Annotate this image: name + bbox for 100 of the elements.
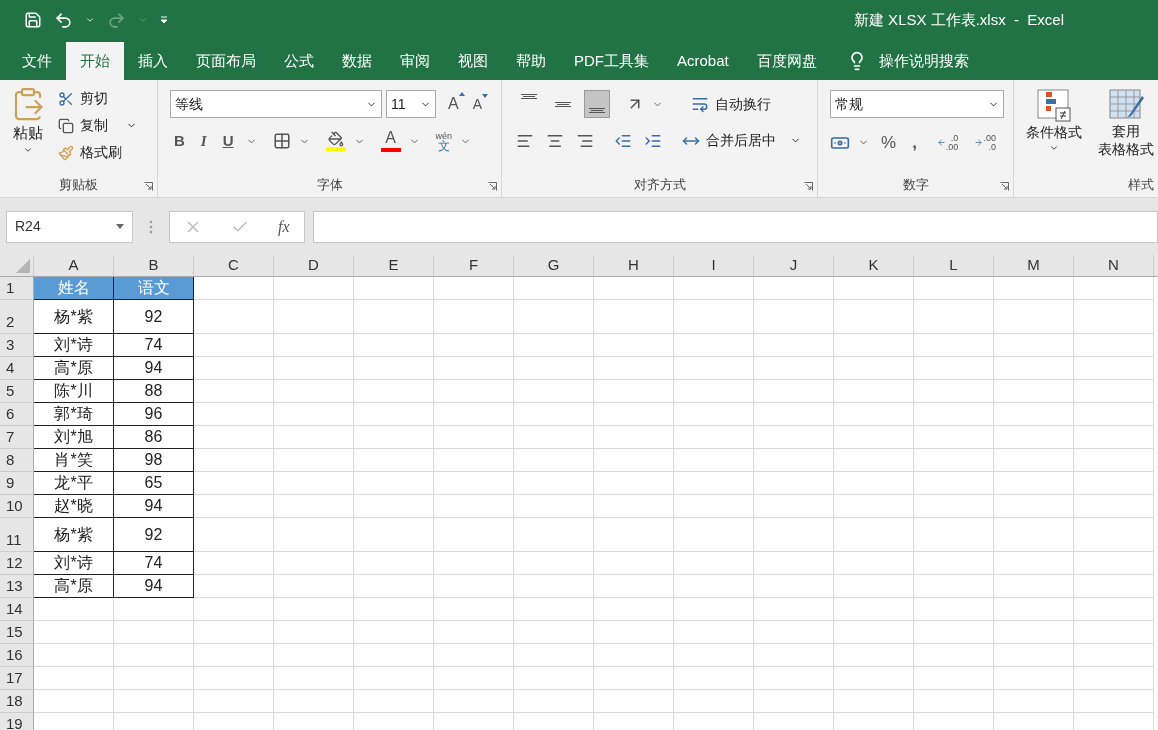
row-header[interactable]: 2 (0, 300, 34, 334)
table-cell: 94 (114, 495, 194, 518)
row-header[interactable]: 6 (0, 403, 34, 426)
fill-color-icon[interactable] (325, 131, 346, 152)
table-cell: 杨*紫 (34, 518, 114, 552)
wrap-text-button[interactable]: 自动换行 (691, 93, 771, 115)
chevron-down-icon[interactable] (85, 15, 95, 25)
row-header[interactable]: 13 (0, 575, 34, 598)
undo-icon[interactable] (54, 10, 73, 30)
ribbon-tab[interactable]: 文件 (8, 42, 66, 80)
comma-style-button[interactable]: , (912, 130, 917, 156)
dialog-launcher-icon[interactable] (1000, 182, 1009, 191)
ribbon-tab[interactable]: 帮助 (502, 42, 560, 80)
phonetic-button[interactable]: wén 文 (435, 131, 453, 152)
table-cell: 语文 (114, 277, 194, 300)
table-cell: 高*原 (34, 357, 114, 380)
column-header[interactable]: J (754, 255, 834, 276)
row-header[interactable]: 8 (0, 449, 34, 472)
paintbrush-icon (58, 144, 74, 161)
align-lines-icon (554, 101, 572, 107)
ribbon-tab[interactable]: 百度网盘 (742, 42, 831, 80)
table-cell: 高*原 (34, 575, 114, 598)
ribbon-tab[interactable]: 开始 (66, 42, 124, 80)
cut-button[interactable]: 剪切 (58, 88, 137, 109)
triangle-up-icon (458, 92, 465, 96)
increase-decimal-button[interactable]: .0 .00 (936, 133, 959, 152)
row-header[interactable]: 17 (0, 667, 34, 690)
table-cell: 龙*平 (34, 472, 114, 495)
row-header[interactable]: 14 (0, 598, 34, 621)
table-cell: 赵*晓 (34, 495, 114, 518)
table-cell: 杨*紫 (34, 300, 114, 334)
ribbon-tab[interactable]: 审阅 (386, 42, 444, 80)
column-header[interactable]: B (114, 255, 194, 276)
customize-toolbar-icon[interactable] (160, 16, 168, 24)
table-cell: 陈*川 (34, 380, 114, 403)
dialog-launcher-icon[interactable] (488, 182, 497, 191)
conditional-formatting-icon (1036, 88, 1072, 122)
row-header[interactable]: 19 (0, 713, 34, 730)
row-header[interactable]: 12 (0, 552, 34, 575)
row-header[interactable]: 3 (0, 334, 34, 357)
insert-function-button[interactable]: fx (278, 214, 290, 239)
ribbon-tab[interactable]: PDF工具集 (560, 42, 663, 80)
row-header[interactable]: 4 (0, 357, 34, 380)
format-painter-button[interactable]: 格式刷 (58, 142, 137, 163)
column-header[interactable]: L (914, 255, 994, 276)
ribbon-tab[interactable]: 公式 (270, 42, 328, 80)
formula-input[interactable] (313, 210, 1158, 243)
name-box[interactable]: R24 (6, 210, 133, 243)
column-header[interactable]: K (834, 255, 914, 276)
decrease-decimal-button[interactable]: .00 .0 (974, 133, 996, 152)
vertical-align-button[interactable] (584, 90, 610, 118)
column-header[interactable]: I (674, 255, 754, 276)
copy-button[interactable]: 复制 (58, 115, 137, 136)
column-header[interactable]: M (994, 255, 1074, 276)
row-header[interactable]: 11 (0, 518, 34, 552)
row-header[interactable]: 16 (0, 644, 34, 667)
ribbon-tab[interactable]: 页面布局 (182, 42, 270, 80)
group-label: 数字 (902, 176, 929, 194)
column-header[interactable]: A (34, 255, 114, 276)
column-header[interactable]: N (1074, 255, 1154, 276)
font-color-button[interactable]: A (380, 130, 401, 153)
font-name-dropdown[interactable]: 等线 (170, 90, 382, 118)
column-header[interactable]: E (354, 255, 434, 276)
column-header[interactable]: H (594, 255, 674, 276)
italic-button[interactable]: I (196, 130, 211, 153)
wrap-text-icon (691, 95, 709, 113)
row-header[interactable]: 7 (0, 426, 34, 449)
borders-icon[interactable] (272, 132, 291, 151)
row-header[interactable]: 5 (0, 380, 34, 403)
chevron-down-icon (1049, 143, 1059, 153)
dialog-launcher-icon[interactable] (144, 182, 153, 191)
row-header[interactable]: 9 (0, 472, 34, 495)
column-header[interactable]: G (514, 255, 594, 276)
grow-font-button[interactable]: A (448, 92, 465, 116)
conditional-formatting-button[interactable]: 条件格式 (1022, 88, 1086, 175)
percent-button[interactable]: % (881, 130, 897, 156)
ribbon-tab[interactable]: 数据 (328, 42, 386, 80)
column-header[interactable]: F (434, 255, 514, 276)
ribbon-tab[interactable]: Acrobat (663, 42, 743, 80)
save-icon[interactable] (24, 11, 42, 29)
row-header[interactable]: 1 (0, 277, 34, 300)
dialog-launcher-icon[interactable] (804, 182, 813, 191)
row-header[interactable]: 18 (0, 690, 34, 713)
tell-me-search[interactable]: 操作说明搜索 (878, 49, 969, 73)
shrink-font-button[interactable]: A (472, 93, 488, 115)
drag-handle-icon (149, 219, 153, 234)
row-header[interactable]: 10 (0, 495, 34, 518)
group-label: 样式 (1128, 176, 1154, 194)
ribbon-tab[interactable]: 视图 (444, 42, 502, 80)
format-as-table-button[interactable]: 套用 表格格式 (1098, 88, 1154, 175)
number-format-dropdown[interactable]: 常规 (830, 90, 1004, 118)
merge-center-button[interactable]: 合并后居中 (682, 130, 801, 151)
ribbon-tab[interactable]: 插入 (124, 42, 182, 80)
bold-button[interactable]: B (170, 130, 189, 153)
column-header[interactable]: D (274, 255, 354, 276)
paste-button[interactable]: 粘贴 (6, 86, 50, 175)
column-header[interactable]: C (194, 255, 274, 276)
font-size-dropdown[interactable]: 11 (386, 90, 436, 118)
underline-button[interactable]: U (218, 130, 238, 153)
row-header[interactable]: 15 (0, 621, 34, 644)
